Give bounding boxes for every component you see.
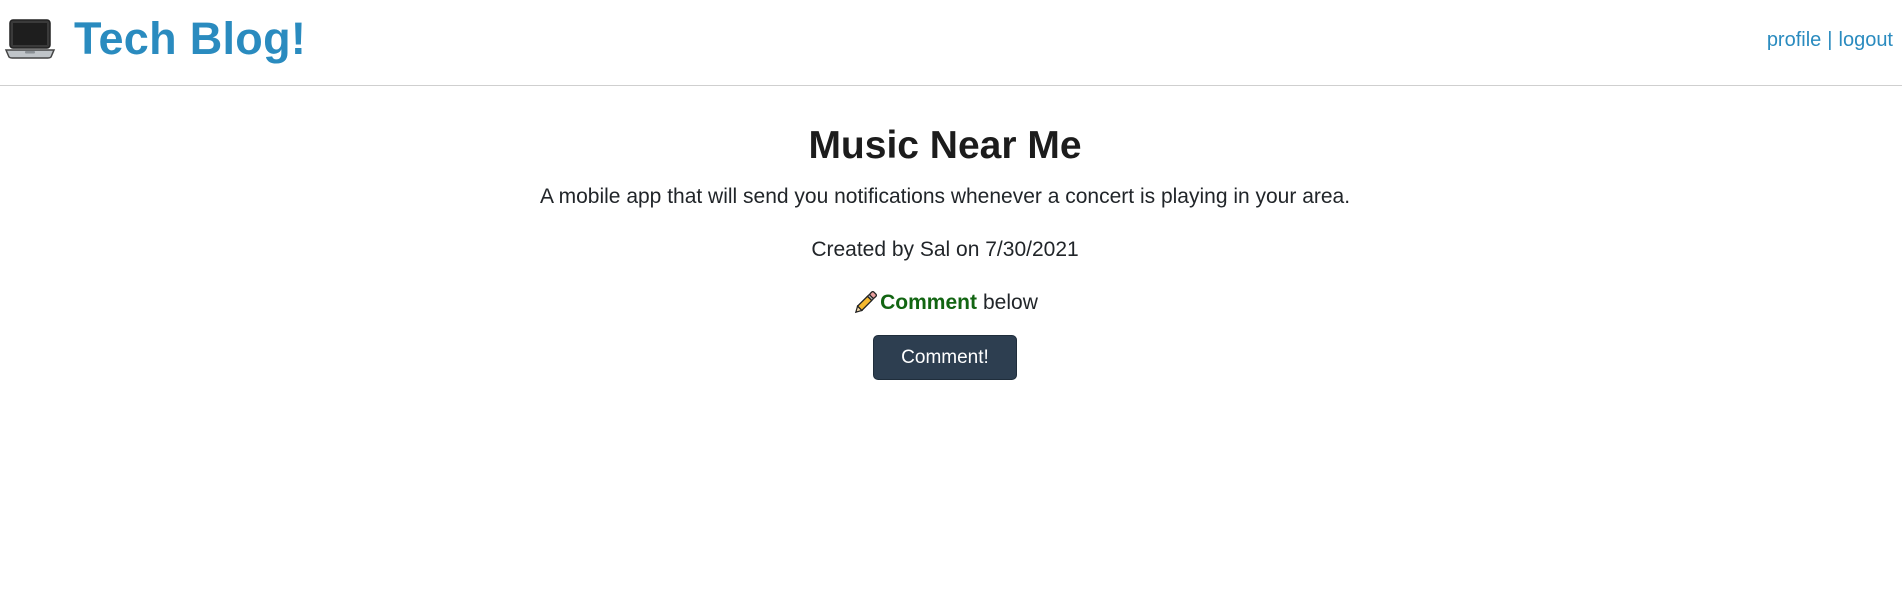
- brand-title: Tech Blog!: [74, 13, 307, 64]
- pencil-icon: [855, 290, 878, 314]
- comment-hint-strong: Comment: [880, 291, 977, 314]
- laptop-icon: [4, 19, 56, 59]
- comment-hint: Comment below: [0, 288, 1890, 318]
- post-description: A mobile app that will send you notifica…: [539, 185, 1351, 208]
- comment-hint-rest: below: [982, 291, 1038, 314]
- profile-link[interactable]: profile: [1767, 29, 1821, 52]
- post-title: Music Near Me: [808, 124, 1082, 167]
- brand-link[interactable]: Tech Blog!: [4, 9, 306, 69]
- post-meta: Created by Sal on 7/30/2021: [811, 238, 1079, 261]
- top-nav: profile | logout: [1767, 29, 1893, 52]
- post-detail: Music Near Me A mobile app that will sen…: [0, 120, 1890, 380]
- comment-button[interactable]: Comment!: [873, 335, 1017, 380]
- nav-separator: |: [1827, 29, 1833, 51]
- logout-link[interactable]: logout: [1839, 29, 1894, 52]
- site-header: Tech Blog! profile | logout: [0, 0, 1902, 86]
